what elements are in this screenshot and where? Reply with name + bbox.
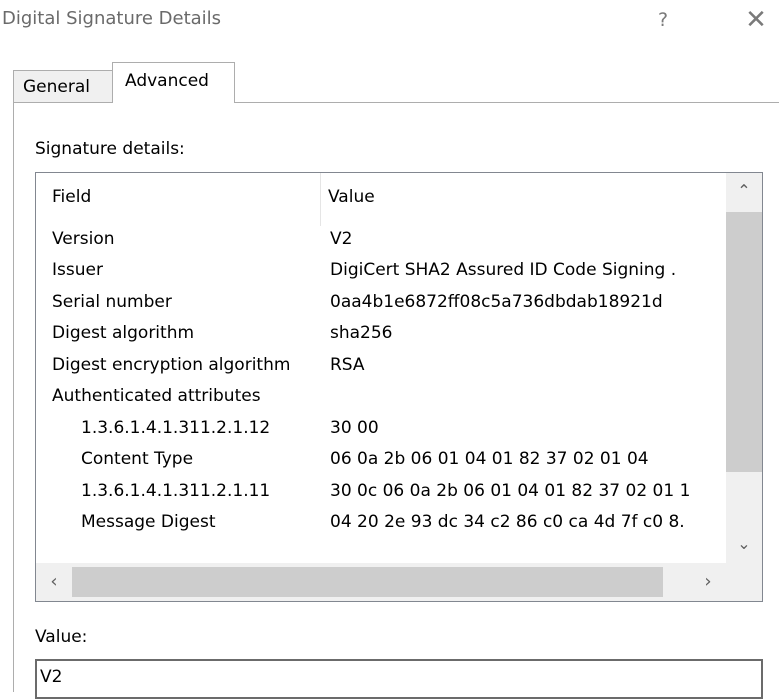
close-button[interactable]: ✕: [738, 3, 774, 37]
field-cell: Digest encryption algorithm: [52, 355, 291, 375]
field-cell: Issuer: [52, 260, 103, 280]
list-row[interactable]: Serial number 0aa4b1e6872ff08c5a736dbdab…: [36, 292, 726, 318]
value-cell: 0aa4b1e6872ff08c5a736dbdab18921d: [330, 292, 663, 312]
list-row[interactable]: Digest encryption algorithm RSA: [36, 355, 726, 381]
value-textbox[interactable]: V2: [35, 659, 763, 699]
column-header-value[interactable]: Value: [328, 187, 375, 207]
scroll-down-icon[interactable]: ⌄: [726, 526, 762, 562]
field-cell: 1.3.6.1.4.1.311.2.1.11: [81, 481, 271, 501]
value-cell: 06 0a 2b 06 01 04 01 82 37 02 01 04: [330, 449, 649, 469]
value-cell: 30 00: [330, 418, 379, 438]
list-row[interactable]: Message Digest 04 20 2e 93 dc 34 c2 86 c…: [36, 512, 726, 538]
window-title: Digital Signature Details: [2, 8, 222, 29]
help-button[interactable]: ?: [648, 3, 678, 37]
field-cell: Content Type: [81, 449, 194, 469]
tab-advanced[interactable]: Advanced: [112, 62, 235, 103]
list-row[interactable]: Issuer DigiCert SHA2 Assured ID Code Sig…: [36, 260, 726, 286]
column-divider[interactable]: [320, 173, 321, 226]
signature-details-label: Signature details:: [35, 139, 185, 159]
field-cell: Version: [52, 229, 115, 249]
scroll-up-icon[interactable]: ⌃: [726, 173, 762, 209]
tab-panel-border: [13, 103, 14, 692]
value-cell: RSA: [330, 355, 365, 375]
field-cell: Authenticated attributes: [52, 386, 261, 406]
scroll-left-icon[interactable]: ‹: [36, 563, 72, 601]
value-label: Value:: [35, 627, 88, 647]
tab-general[interactable]: General: [13, 70, 113, 102]
value-cell: 04 20 2e 93 dc 34 c2 86 c0 ca 4d 7f c0 8…: [330, 512, 685, 532]
list-row[interactable]: Digest algorithm sha256: [36, 323, 726, 349]
horizontal-scroll-thumb[interactable]: [72, 567, 663, 597]
tab-general-label: General: [23, 77, 90, 97]
list-row[interactable]: Version V2: [36, 229, 726, 255]
value-cell: V2: [330, 229, 353, 249]
scrollbar-corner: [726, 563, 762, 601]
title-bar: Digital Signature Details ? ✕: [0, 0, 779, 42]
field-cell: 1.3.6.1.4.1.311.2.1.12: [81, 418, 271, 438]
horizontal-scrollbar[interactable]: ‹ ›: [36, 563, 726, 601]
vertical-scroll-thumb[interactable]: [726, 212, 762, 472]
value-cell: 30 0c 06 0a 2b 06 01 04 01 82 37 02 01 1: [330, 481, 691, 501]
list-row[interactable]: 1.3.6.1.4.1.311.2.1.12 30 00: [36, 418, 726, 444]
value-cell: DigiCert SHA2 Assured ID Code Signing .: [330, 260, 677, 280]
value-text: V2: [40, 667, 63, 687]
field-cell: Message Digest: [81, 512, 216, 532]
signature-details-list[interactable]: Field Value Version V2 Issuer DigiCert S…: [35, 172, 763, 602]
list-row[interactable]: 1.3.6.1.4.1.311.2.1.11 30 0c 06 0a 2b 06…: [36, 481, 726, 507]
value-cell: sha256: [330, 323, 393, 343]
column-header-field[interactable]: Field: [52, 187, 91, 207]
scroll-right-icon[interactable]: ›: [690, 563, 726, 601]
field-cell: Serial number: [52, 292, 172, 312]
field-cell: Digest algorithm: [52, 323, 195, 343]
list-row[interactable]: Content Type 06 0a 2b 06 01 04 01 82 37 …: [36, 449, 726, 475]
vertical-scrollbar[interactable]: ⌃ ⌄: [726, 173, 762, 563]
list-row[interactable]: Authenticated attributes: [36, 386, 726, 412]
tab-advanced-label: Advanced: [125, 71, 209, 91]
